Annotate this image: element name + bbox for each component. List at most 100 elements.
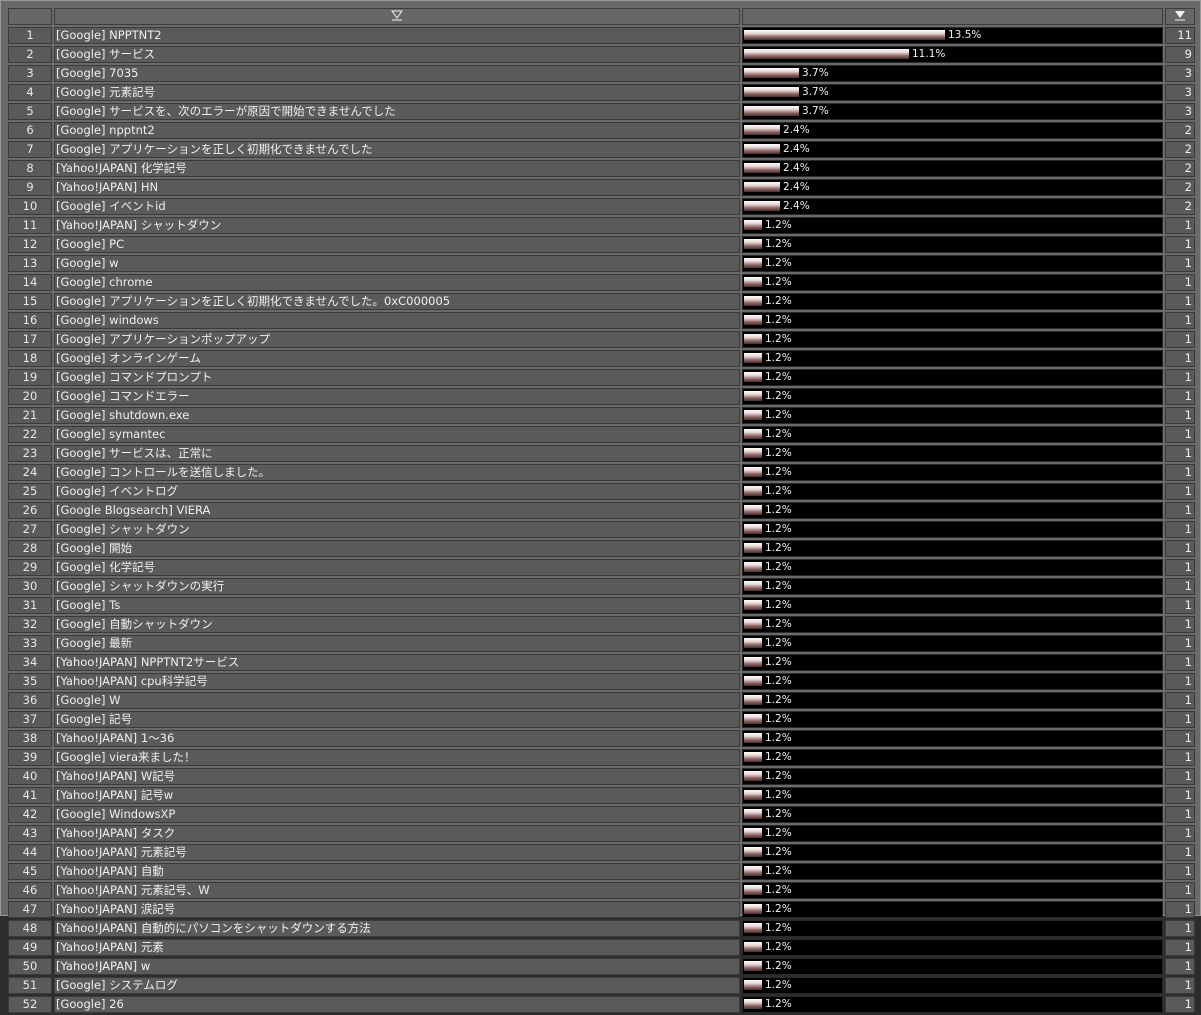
table-row[interactable]: 49 [Yahoo!JAPAN] 元素 1.2% 1 — [8, 938, 1195, 956]
table-row[interactable]: 6 [Google] npptnt2 2.4% 2 — [8, 121, 1195, 139]
table-row[interactable]: 30 [Google] シャットダウンの実行 1.2% 1 — [8, 577, 1195, 595]
share-bar — [744, 257, 762, 268]
table-row[interactable]: 31 [Google] Ts 1.2% 1 — [8, 596, 1195, 614]
count-cell: 2 — [1165, 197, 1195, 215]
keyword-cell: [Google] アプリケーションポップアップ — [54, 330, 740, 348]
rank-cell: 47 — [8, 900, 52, 918]
bar-cell: 1.2% — [742, 311, 1163, 329]
count-cell: 3 — [1165, 83, 1195, 101]
count-cell: 1 — [1165, 995, 1195, 1013]
table-row[interactable]: 38 [Yahoo!JAPAN] 1〜36 1.2% 1 — [8, 729, 1195, 747]
table-row[interactable]: 12 [Google] PC 1.2% 1 — [8, 235, 1195, 253]
share-bar — [744, 751, 762, 762]
bar-cell: 1.2% — [742, 767, 1163, 785]
keyword-cell: [Google] コマンドプロンプト — [54, 368, 740, 386]
keyword-cell: [Google] windows — [54, 311, 740, 329]
bar-cell: 1.2% — [742, 349, 1163, 367]
count-cell: 1 — [1165, 254, 1195, 272]
table-row[interactable]: 21 [Google] shutdown.exe 1.2% 1 — [8, 406, 1195, 424]
sort-by-name-button[interactable] — [54, 8, 740, 25]
bar-cell: 1.2% — [742, 425, 1163, 443]
table-row[interactable]: 39 [Google] viera来ました！ 1.2% 1 — [8, 748, 1195, 766]
keyword-cell: [Yahoo!JAPAN] 化学記号 — [54, 159, 740, 177]
table-row[interactable]: 19 [Google] コマンドプロンプト 1.2% 1 — [8, 368, 1195, 386]
table-row[interactable]: 47 [Yahoo!JAPAN] 涙記号 1.2% 1 — [8, 900, 1195, 918]
table-row[interactable]: 11 [Yahoo!JAPAN] シャットダウン 1.2% 1 — [8, 216, 1195, 234]
sort-by-count-button[interactable] — [1165, 8, 1195, 25]
bar-cell: 1.2% — [742, 235, 1163, 253]
table-row[interactable]: 37 [Google] 記号 1.2% 1 — [8, 710, 1195, 728]
table-row[interactable]: 52 [Google] 26 1.2% 1 — [8, 995, 1195, 1013]
rank-cell: 48 — [8, 919, 52, 937]
table-row[interactable]: 23 [Google] サービスは、正常に 1.2% 1 — [8, 444, 1195, 462]
table-row[interactable]: 40 [Yahoo!JAPAN] W記号 1.2% 1 — [8, 767, 1195, 785]
rank-cell: 7 — [8, 140, 52, 158]
table-row[interactable]: 25 [Google] イベントログ 1.2% 1 — [8, 482, 1195, 500]
share-bar — [744, 333, 762, 344]
table-row[interactable]: 29 [Google] 化学記号 1.2% 1 — [8, 558, 1195, 576]
count-cell: 1 — [1165, 501, 1195, 519]
table-row[interactable]: 45 [Yahoo!JAPAN] 自動 1.2% 1 — [8, 862, 1195, 880]
table-row[interactable]: 48 [Yahoo!JAPAN] 自動的にパソコンをシャットダウンする方法 1.2%… — [8, 919, 1195, 937]
share-bar — [744, 29, 945, 40]
count-cell: 1 — [1165, 406, 1195, 424]
rank-cell: 35 — [8, 672, 52, 690]
table-row[interactable]: 9 [Yahoo!JAPAN] HN 2.4% 2 — [8, 178, 1195, 196]
table-row[interactable]: 7 [Google] アプリケーションを正しく初期化できませんでした 2.4% 2 — [8, 140, 1195, 158]
table-row[interactable]: 26 [Google Blogsearch] VIERA 1.2% 1 — [8, 501, 1195, 519]
keyword-cell: [Google] 自動シャットダウン — [54, 615, 740, 633]
rank-cell: 15 — [8, 292, 52, 310]
share-bar — [744, 561, 762, 572]
table-row[interactable]: 34 [Yahoo!JAPAN] NPPTNT2サービス 1.2% 1 — [8, 653, 1195, 671]
table-row[interactable]: 50 [Yahoo!JAPAN] w 1.2% 1 — [8, 957, 1195, 975]
share-percent: 1.2% — [765, 940, 792, 953]
table-row[interactable]: 18 [Google] オンラインゲーム 1.2% 1 — [8, 349, 1195, 367]
table-row[interactable]: 27 [Google] シャットダウン 1.2% 1 — [8, 520, 1195, 538]
table-row[interactable]: 42 [Google] WindowsXP 1.2% 1 — [8, 805, 1195, 823]
table-row[interactable]: 16 [Google] windows 1.2% 1 — [8, 311, 1195, 329]
keyword-cell: [Google] アプリケーションを正しく初期化できませんでした — [54, 140, 740, 158]
table-row[interactable]: 28 [Google] 開始 1.2% 1 — [8, 539, 1195, 557]
share-bar — [744, 86, 799, 97]
table-row[interactable]: 24 [Google] コントロールを送信しました。 1.2% 1 — [8, 463, 1195, 481]
share-bar — [744, 998, 762, 1009]
table-row[interactable]: 22 [Google] symantec 1.2% 1 — [8, 425, 1195, 443]
table-row[interactable]: 3 [Google] 7035 3.7% 3 — [8, 64, 1195, 82]
rank-cell: 19 — [8, 368, 52, 386]
share-bar — [744, 523, 762, 534]
keyword-cell: [Yahoo!JAPAN] cpu科学記号 — [54, 672, 740, 690]
share-bar — [744, 713, 762, 724]
share-bar — [744, 219, 762, 230]
rank-cell: 6 — [8, 121, 52, 139]
table-row[interactable]: 8 [Yahoo!JAPAN] 化学記号 2.4% 2 — [8, 159, 1195, 177]
share-bar — [744, 694, 762, 705]
table-row[interactable]: 4 [Google] 元素記号 3.7% 3 — [8, 83, 1195, 101]
table-row[interactable]: 20 [Google] コマンドエラー 1.2% 1 — [8, 387, 1195, 405]
table-row[interactable]: 14 [Google] chrome 1.2% 1 — [8, 273, 1195, 291]
table-row[interactable]: 41 [Yahoo!JAPAN] 記号w 1.2% 1 — [8, 786, 1195, 804]
table-row[interactable]: 17 [Google] アプリケーションポップアップ 1.2% 1 — [8, 330, 1195, 348]
bar-cell: 1.2% — [742, 368, 1163, 386]
table-row[interactable]: 15 [Google] アプリケーションを正しく初期化できませんでした。0xC00… — [8, 292, 1195, 310]
table-row[interactable]: 13 [Google] w 1.2% 1 — [8, 254, 1195, 272]
table-row[interactable]: 32 [Google] 自動シャットダウン 1.2% 1 — [8, 615, 1195, 633]
table-row[interactable]: 51 [Google] システムログ 1.2% 1 — [8, 976, 1195, 994]
table-row[interactable]: 5 [Google] サービスを、次のエラーが原因で開始できませんでした 3.7% 3 — [8, 102, 1195, 120]
table-row[interactable]: 1 [Google] NPPTNT2 13.5% 11 — [8, 26, 1195, 44]
share-percent: 1.2% — [765, 427, 792, 440]
table-row[interactable]: 44 [Yahoo!JAPAN] 元素記号 1.2% 1 — [8, 843, 1195, 861]
share-percent: 3.7% — [802, 104, 829, 117]
share-percent: 1.2% — [765, 750, 792, 763]
bar-cell: 1.2% — [742, 463, 1163, 481]
table-row[interactable]: 10 [Google] イベントid 2.4% 2 — [8, 197, 1195, 215]
bar-cell: 11.1% — [742, 45, 1163, 63]
share-bar — [744, 827, 762, 838]
table-row[interactable]: 2 [Google] サービス 11.1% 9 — [8, 45, 1195, 63]
keyword-cell: [Google] NPPTNT2 — [54, 26, 740, 44]
table-row[interactable]: 43 [Yahoo!JAPAN] タスク 1.2% 1 — [8, 824, 1195, 842]
table-row[interactable]: 35 [Yahoo!JAPAN] cpu科学記号 1.2% 1 — [8, 672, 1195, 690]
table-row[interactable]: 36 [Google] W 1.2% 1 — [8, 691, 1195, 709]
rank-cell: 27 — [8, 520, 52, 538]
table-row[interactable]: 33 [Google] 最新 1.2% 1 — [8, 634, 1195, 652]
table-row[interactable]: 46 [Yahoo!JAPAN] 元素記号、W 1.2% 1 — [8, 881, 1195, 899]
